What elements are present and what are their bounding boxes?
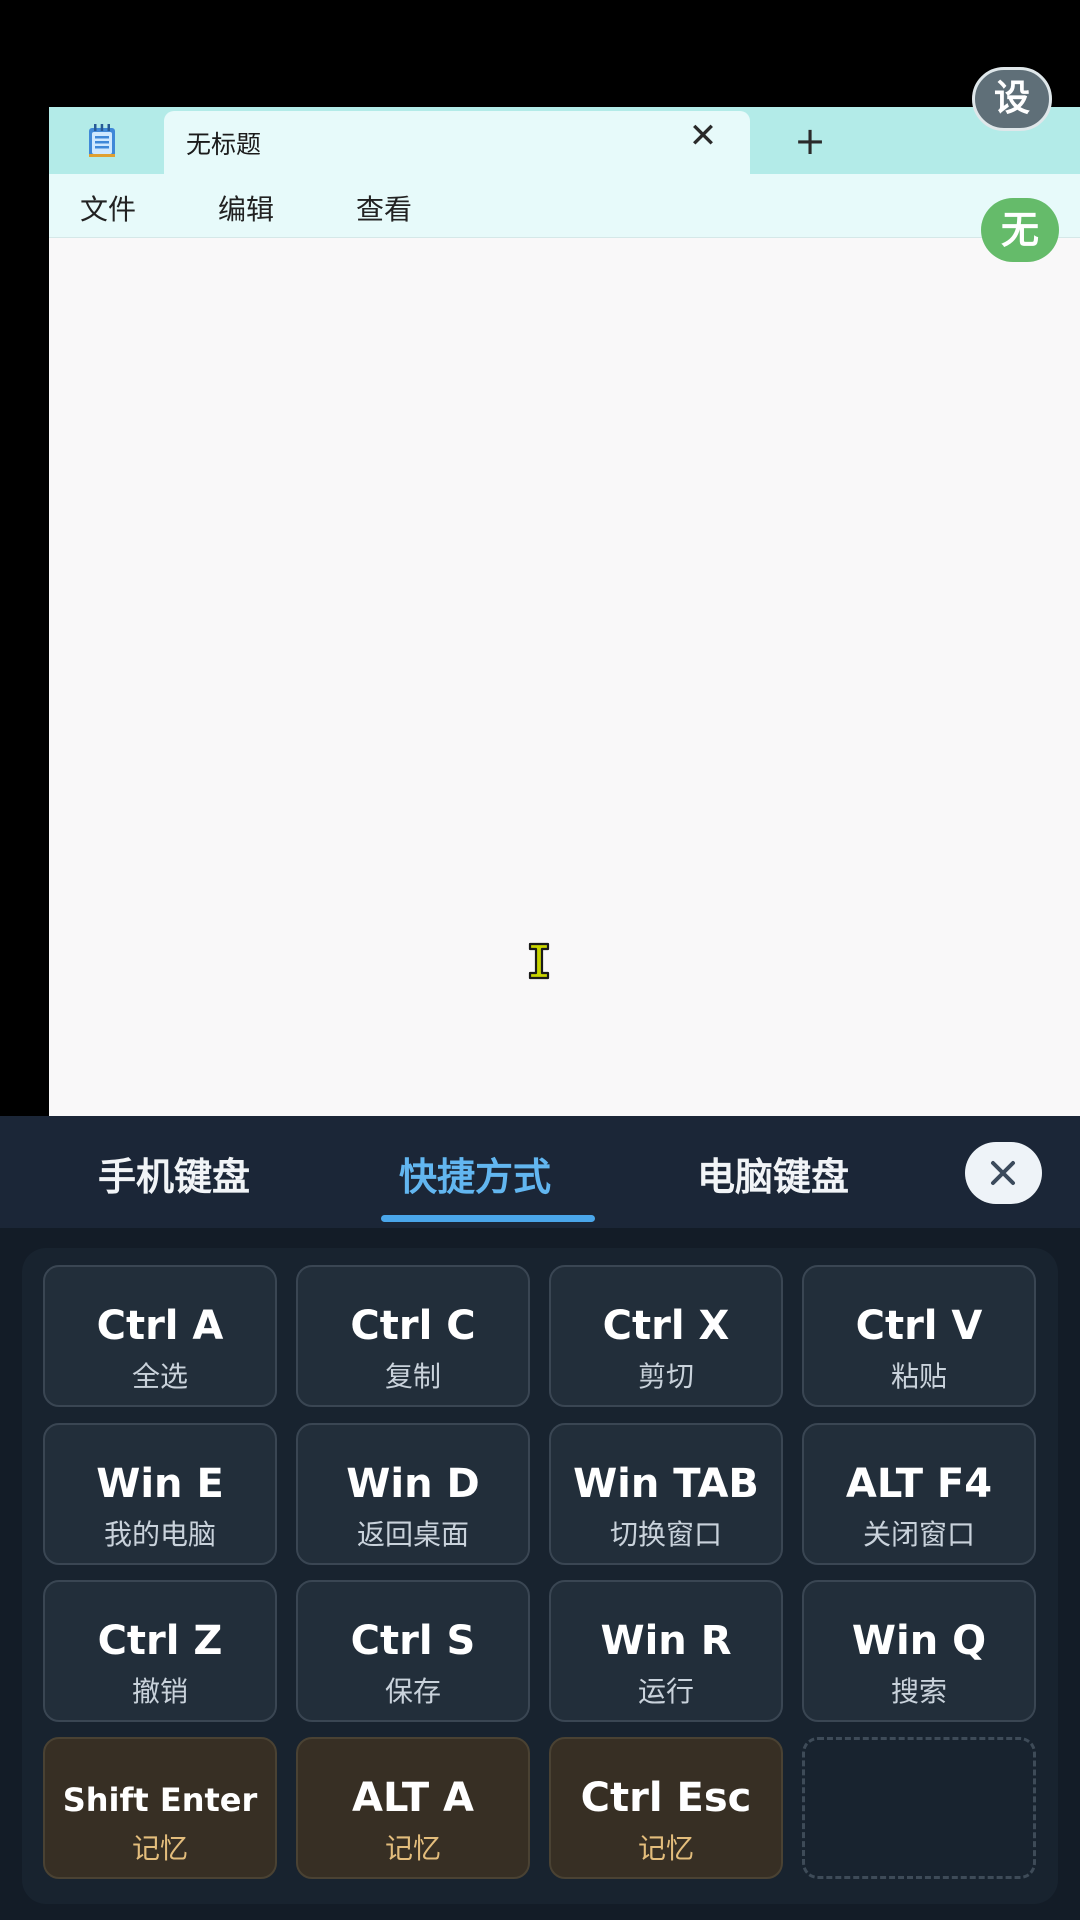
new-tab-icon[interactable]: +: [790, 119, 830, 163]
shortcut-key-ctrl-c[interactable]: Ctrl C 复制: [296, 1265, 530, 1407]
shortcut-desc: 搜索: [890, 1675, 947, 1708]
shortcut-combo: Win D: [346, 1461, 480, 1507]
shortcut-combo: Win E: [96, 1461, 224, 1507]
keyboard-tab-bar: 手机键盘 快捷方式 电脑键盘: [0, 1116, 1080, 1228]
shortcut-combo: Ctrl C: [350, 1303, 476, 1349]
shortcut-combo: ALT A: [352, 1775, 474, 1821]
menu-edit[interactable]: 编辑: [218, 188, 274, 228]
memory-key-shift-enter[interactable]: Shift Enter 记忆: [43, 1737, 277, 1879]
shortcut-key-ctrl-v[interactable]: Ctrl V 粘贴: [802, 1265, 1036, 1407]
shortcut-key-win-q[interactable]: Win Q 搜索: [802, 1580, 1036, 1722]
empty-shortcut-slot[interactable]: [802, 1737, 1036, 1879]
shortcut-desc: 撤销: [131, 1675, 188, 1708]
shortcut-combo: ALT F4: [845, 1461, 993, 1507]
notepad-text-area[interactable]: [49, 238, 1080, 1116]
shortcut-combo: Ctrl A: [96, 1303, 224, 1349]
notepad-tab-title: 无标题: [186, 130, 262, 159]
shortcut-desc: 剪切: [637, 1360, 694, 1393]
close-panel-button[interactable]: [965, 1142, 1042, 1204]
shortcut-desc: 全选: [131, 1360, 188, 1393]
shortcut-combo: Win Q: [851, 1618, 987, 1664]
shortcut-desc: 复制: [384, 1360, 441, 1393]
notepad-menu-bar: 文件 编辑 查看: [49, 174, 1080, 238]
shortcut-desc: 运行: [637, 1675, 694, 1708]
shortcut-desc: 返回桌面: [356, 1518, 469, 1551]
shortcut-combo: Shift Enter: [62, 1781, 258, 1819]
shortcut-key-ctrl-z[interactable]: Ctrl Z 撤销: [43, 1580, 277, 1722]
input-mode-float-button[interactable]: 无: [981, 198, 1059, 262]
shortcut-key-win-d[interactable]: Win D 返回桌面: [296, 1423, 530, 1565]
shortcut-desc: 切换窗口: [609, 1518, 722, 1551]
menu-file[interactable]: 文件: [80, 188, 136, 228]
text-cursor-icon: [528, 942, 550, 980]
tab-pc-keyboard[interactable]: 电脑键盘: [697, 1146, 849, 1201]
shortcut-desc: 记忆: [637, 1832, 694, 1865]
shortcut-combo: Ctrl Z: [97, 1618, 223, 1664]
shortcut-desc: 记忆: [384, 1832, 441, 1865]
settings-float-button[interactable]: 设: [972, 67, 1052, 131]
notepad-window: 无标题 ✕ + 文件 编辑 查看: [49, 107, 1080, 1116]
active-tab-indicator: [381, 1215, 595, 1222]
notepad-tab-bar: 无标题 ✕ +: [49, 107, 1080, 174]
shortcut-key-win-e[interactable]: Win E 我的电脑: [43, 1423, 277, 1565]
tab-phone-keyboard[interactable]: 手机键盘: [98, 1146, 250, 1201]
shortcut-key-ctrl-s[interactable]: Ctrl S 保存: [296, 1580, 530, 1722]
notepad-app-icon: [89, 124, 115, 157]
shortcut-key-ctrl-x[interactable]: Ctrl X 剪切: [549, 1265, 783, 1407]
shortcut-combo: Ctrl X: [602, 1303, 730, 1349]
shortcut-desc: 保存: [384, 1675, 441, 1708]
shortcut-combo: Ctrl Esc: [580, 1775, 752, 1821]
shortcut-key-ctrl-a[interactable]: Ctrl A 全选: [43, 1265, 277, 1407]
keyboard-panel: 手机键盘 快捷方式 电脑键盘 Ctrl A 全选 Ctrl C 复制 Ctrl …: [0, 1116, 1080, 1920]
shortcut-desc: 粘贴: [890, 1360, 947, 1393]
shortcut-combo: Win TAB: [573, 1461, 759, 1507]
shortcut-combo: Win R: [600, 1618, 732, 1664]
shortcut-combo: Ctrl S: [350, 1618, 476, 1664]
memory-key-ctrl-esc[interactable]: Ctrl Esc 记忆: [549, 1737, 783, 1879]
notepad-tab[interactable]: 无标题 ✕: [164, 111, 750, 174]
shortcut-key-win-tab[interactable]: Win TAB 切换窗口: [549, 1423, 783, 1565]
menu-view[interactable]: 查看: [356, 188, 412, 228]
shortcut-desc: 记忆: [131, 1832, 188, 1865]
shortcut-combo: Ctrl V: [855, 1303, 983, 1349]
shortcut-key-alt-f4[interactable]: ALT F4 关闭窗口: [802, 1423, 1036, 1565]
close-icon: [991, 1161, 1015, 1185]
shortcut-desc: 我的电脑: [103, 1518, 216, 1551]
tab-shortcuts[interactable]: 快捷方式: [399, 1146, 551, 1201]
memory-key-alt-a[interactable]: ALT A 记忆: [296, 1737, 530, 1879]
shortcut-key-win-r[interactable]: Win R 运行: [549, 1580, 783, 1722]
shortcut-desc: 关闭窗口: [862, 1518, 975, 1551]
tab-close-icon[interactable]: ✕: [686, 119, 720, 153]
